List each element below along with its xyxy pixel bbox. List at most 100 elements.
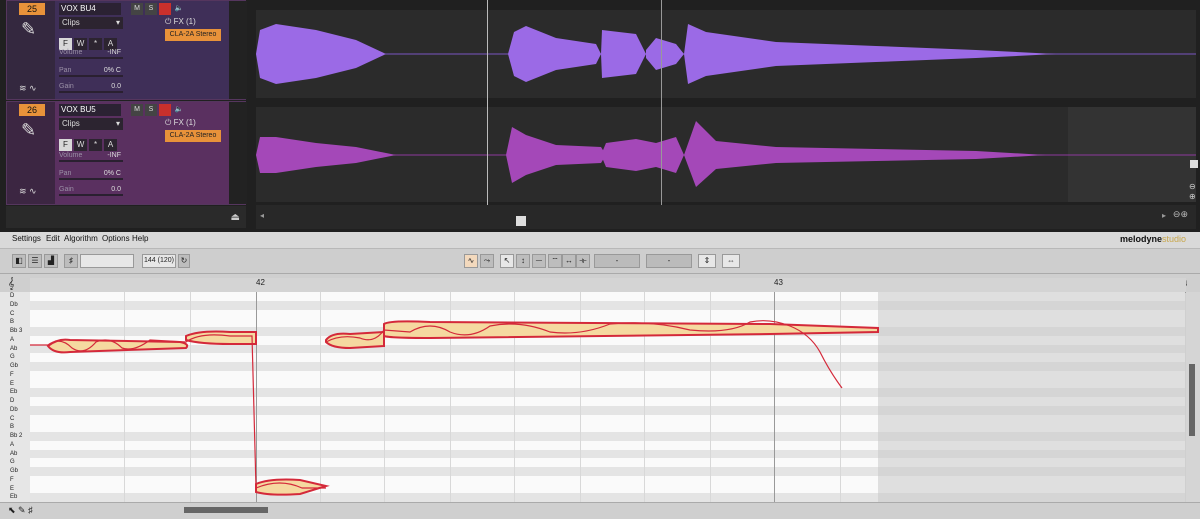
tool-icons-footer[interactable]: ⬉ ✎ ♯: [8, 505, 33, 516]
track-name[interactable]: VOX BU4: [59, 3, 121, 15]
pitch-key-label: Eb: [10, 494, 18, 501]
menu-help[interactable]: Help: [132, 234, 148, 243]
pitch-key-label: A: [10, 441, 15, 448]
pitch-tool-icon[interactable]: ⤳: [480, 254, 494, 268]
inspector-toggle-icon[interactable]: ◧: [12, 254, 26, 268]
gain-slider[interactable]: Gain 0.0: [59, 184, 123, 196]
mixer-icon[interactable]: ☰: [28, 254, 42, 268]
track-name[interactable]: VOX BU5: [59, 104, 121, 116]
solo-button[interactable]: S: [145, 104, 157, 116]
pan-slider[interactable]: Pan 0% C: [59, 65, 123, 77]
clips-dropdown[interactable]: Clips ▾: [59, 118, 123, 130]
volume-slider[interactable]: Volume -INF: [59, 150, 123, 162]
tempo-sync-icon[interactable]: ↻: [178, 254, 190, 268]
melodyne-timeline[interactable]: 42 43: [30, 278, 1186, 293]
fx-bin-label[interactable]: ⏻ FX (1): [165, 118, 196, 128]
pitch-modulation-icon[interactable]: ↕: [516, 254, 530, 268]
pitch-key-label: Ab: [10, 345, 18, 352]
track-vox-bu4[interactable]: 25 ✎ ≋ ∿ VOX BU4 M S ● 🔈 Clips ▾ F W * A Vol…: [6, 0, 247, 100]
note-separation-icon[interactable]: ⟛: [576, 254, 590, 268]
speaker-icon[interactable]: 🔈: [173, 104, 185, 116]
chevron-down-icon: ▾: [115, 18, 120, 27]
note-blob[interactable]: [383, 320, 879, 340]
pitch-key-label: G: [10, 459, 15, 466]
menu-settings[interactable]: Settings: [12, 234, 41, 243]
loop-marker-line[interactable]: [661, 0, 662, 214]
parameter-field-1[interactable]: -: [594, 254, 640, 268]
note-blob[interactable]: [185, 330, 257, 345]
waveform-vox-bu5: [256, 107, 1196, 202]
waveform-vox-bu4: [256, 24, 1196, 84]
vertical-scroll-thumb[interactable]: [1189, 364, 1195, 436]
fx-plugin-slot[interactable]: CLA-2A Stereo: [165, 29, 221, 41]
automation-icon[interactable]: ≋ ∿: [19, 83, 37, 94]
treble-clef-icon[interactable]: 𝄞: [8, 278, 15, 291]
mute-button[interactable]: M: [131, 3, 143, 15]
track-pane-footer: ⏏: [6, 206, 246, 228]
fx-bin-label[interactable]: ⏻ FX (1): [165, 17, 196, 27]
record-arm-button[interactable]: ●: [159, 3, 171, 15]
vertical-scroll-thumb[interactable]: [1190, 160, 1198, 168]
clip-lane-vox-bu4[interactable]: [256, 10, 1196, 98]
scroll-thumb[interactable]: [516, 216, 526, 226]
pitch-ruler[interactable]: D Db C B Bb 3 A Ab G Gb F E Eb D Db C B Bb 2 A Ab G Gb F E Eb: [0, 292, 31, 502]
timing-tool-icon[interactable]: ↔: [562, 254, 576, 268]
scale-field[interactable]: [80, 254, 134, 268]
speaker-icon[interactable]: 🔈: [173, 3, 185, 15]
horizontal-scrollbar[interactable]: ⬉ ✎ ♯: [0, 502, 1200, 519]
fx-plugin-slot[interactable]: CLA-2A Stereo: [165, 130, 221, 142]
pan-slider[interactable]: Pan 0% C: [59, 168, 123, 180]
zoom-icon[interactable]: ⊖⊕: [1173, 209, 1188, 220]
note-blob[interactable]: [255, 478, 330, 496]
menu-options[interactable]: Options: [102, 234, 130, 243]
pitch-key-label: B: [10, 319, 15, 326]
scale-icon[interactable]: ♯: [64, 254, 78, 268]
quantize-pitch-icon[interactable]: ⇕: [698, 254, 716, 268]
pitch-key-label: Bb 3: [10, 328, 23, 334]
volume-slider[interactable]: Volume -INF: [59, 47, 123, 59]
note-blob[interactable]: [325, 330, 385, 350]
playhead-line[interactable]: [487, 0, 488, 214]
eject-icon[interactable]: ⏏: [231, 212, 240, 223]
pitch-curve-icon[interactable]: ∿: [464, 254, 478, 268]
record-arm-button[interactable]: ●: [159, 104, 171, 116]
tempo-field[interactable]: 144 (120): [142, 254, 176, 268]
menu-algorithm[interactable]: Algorithm: [64, 234, 98, 243]
clips-dropdown[interactable]: Clips ▾: [59, 17, 123, 29]
solo-button[interactable]: S: [145, 3, 157, 15]
pencil-icon[interactable]: ✎: [21, 19, 36, 40]
pencil-icon[interactable]: ✎: [21, 120, 36, 141]
automation-icon[interactable]: ≋ ∿: [19, 186, 37, 197]
track-vox-bu5[interactable]: 26 ✎ ≋ ∿ VOX BU5 M S ● 🔈 Clips ▾ F W * A Vol…: [6, 101, 247, 205]
note-assignment-icon[interactable]: ▟: [44, 254, 58, 268]
quantize-time-icon[interactable]: ⇔: [722, 254, 740, 268]
track-number: 26: [19, 104, 45, 116]
horizontal-scroll-thumb[interactable]: [184, 507, 268, 513]
scroll-right-icon[interactable]: ▸: [1162, 211, 1166, 220]
pitch-key-label: A: [10, 336, 15, 343]
scroll-left-icon[interactable]: ◂: [260, 211, 264, 220]
horizontal-scrollbar-daw[interactable]: ◂ ▸ ⊖⊕: [256, 205, 1196, 229]
pitch-key-label: Gb: [10, 468, 19, 474]
pitch-key-label: Db: [10, 301, 18, 308]
vertical-zoom-icon[interactable]: ⊖ ⊕: [1189, 182, 1196, 202]
pitch-key-label: G: [10, 354, 15, 361]
pitch-key-label: B: [10, 424, 15, 431]
bar-number-42: 42: [256, 278, 265, 287]
amplitude-tool-icon[interactable]: ⌔: [548, 254, 562, 268]
note-editor-grid[interactable]: [30, 292, 1185, 502]
pitch-key-label: E: [10, 380, 15, 387]
pitch-key-label: C: [10, 415, 15, 422]
clip-lane-vox-bu5[interactable]: [256, 107, 1196, 202]
main-tool-icon[interactable]: ↖: [500, 254, 514, 268]
pitch-key-label: Gb: [10, 363, 19, 369]
level-meters: [218, 4, 248, 204]
mute-button[interactable]: M: [131, 104, 143, 116]
formant-tool-icon[interactable]: ⏤: [532, 254, 546, 268]
gain-slider[interactable]: Gain 0.0: [59, 81, 123, 93]
parameter-field-2[interactable]: -: [646, 254, 692, 268]
note-blobs-layer: [30, 320, 879, 496]
note-blob[interactable]: [46, 338, 189, 354]
track-icon-strip: 25 ✎ ≋ ∿: [7, 1, 55, 99]
menu-edit[interactable]: Edit: [46, 234, 60, 243]
